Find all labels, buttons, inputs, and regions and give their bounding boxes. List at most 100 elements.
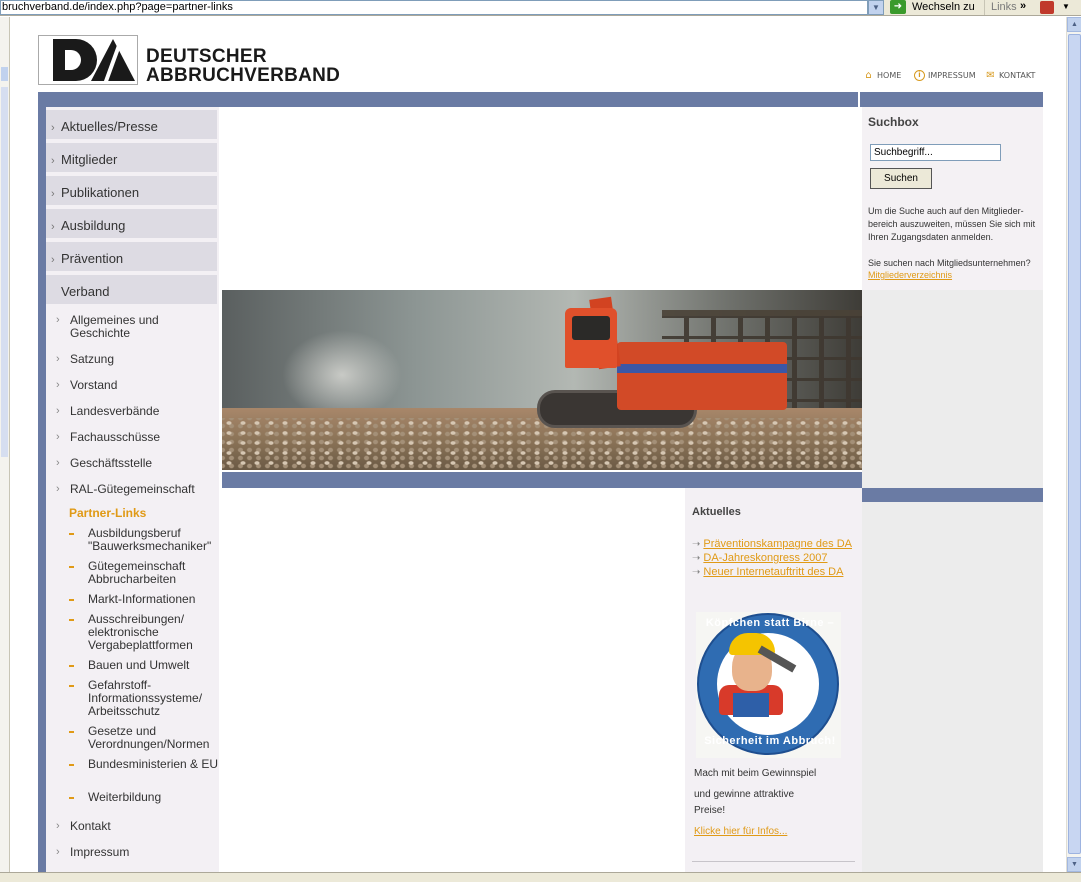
nav-stripe — [38, 107, 46, 872]
chevron-right-icon: › — [51, 221, 55, 233]
mitgliederverzeichnis-link[interactable]: Mitgliederverzeichnis — [868, 270, 952, 280]
chevron-right-icon: › — [51, 254, 55, 266]
partnerlink-label: Weiterbildung — [88, 790, 162, 804]
chevron-right-icon: › — [51, 155, 55, 167]
chevron-right-icon: › — [56, 846, 60, 858]
subnav-item-partner-links-current[interactable]: Partner-Links — [69, 506, 146, 520]
subnav-label: Fachausschüsse — [70, 430, 161, 444]
subnav-item-geschaeftsstelle[interactable]: › Geschäftsstelle — [56, 457, 216, 470]
scroll-down-icon[interactable]: ▼ — [1067, 857, 1081, 872]
arrow-right-icon: ➝ — [692, 539, 701, 550]
partnerlink-markt-informationen[interactable]: Markt-Informationen — [69, 593, 219, 606]
chevron-right-icon: › — [56, 353, 60, 365]
subnav-item-kontakt[interactable]: › Kontakt — [56, 820, 216, 833]
nav-item-mitglieder[interactable]: › Mitglieder — [46, 143, 217, 174]
contest-info-link[interactable]: Klicke hier für Infos... — [694, 826, 787, 837]
info-icon: i — [914, 70, 925, 81]
subnav-item-landesverbaende[interactable]: › Landesverbände — [56, 405, 216, 418]
subnav-item-impressum[interactable]: › Impressum — [56, 846, 216, 859]
mail-icon: ✉ — [986, 70, 995, 81]
dash-bullet-icon — [69, 599, 74, 601]
divider — [692, 861, 855, 862]
nav-item-publikationen[interactable]: › Publikationen — [46, 176, 217, 207]
topnav-impressum[interactable]: i IMPRESSUM — [914, 70, 976, 81]
header-bar-right — [860, 92, 1043, 107]
nav-item-praevention[interactable]: › Prävention — [46, 242, 217, 273]
topnav-impressum-label: IMPRESSUM — [928, 71, 976, 80]
search-button[interactable]: Suchen — [870, 168, 932, 189]
dash-bullet-icon — [69, 797, 74, 799]
edge-panel — [1, 87, 8, 457]
topnav-kontakt[interactable]: ✉ KONTAKT — [985, 70, 1035, 81]
partnerlink-label: Markt-Informationen — [88, 592, 196, 606]
dash-bullet-icon — [69, 566, 74, 568]
news-link-label: Präventionskampagne des DA — [703, 538, 852, 550]
news-link-praeventionskampagne[interactable]: ➝ Präventionskampagne des DA — [692, 538, 852, 550]
chevron-right-icon: › — [56, 431, 60, 443]
site-logo[interactable]: DEUTSCHER ABBRUCHVERBAND — [38, 35, 340, 85]
scroll-up-icon[interactable]: ▲ — [1067, 17, 1081, 32]
badge-text-bottom: Sicherheit im Abbruch! — [704, 735, 836, 747]
partnerlink-bundesministerien[interactable]: Bundesministerien & EU — [69, 758, 219, 771]
subnav-item-ral-guetegemeinschaft[interactable]: › RAL-Gütegemeinschaft — [56, 483, 216, 496]
toolbar-extension-icon[interactable] — [1040, 1, 1054, 14]
subnav-item-satzung[interactable]: › Satzung — [56, 353, 216, 366]
search-input[interactable]: Suchbegriff... — [870, 144, 1001, 161]
partnerlink-guetegemeinschaft[interactable]: Gütegemeinschaft Abbrucharbeiten — [69, 560, 219, 586]
address-bar: bruchverband.de/index.php?page=partner-l… — [0, 0, 1081, 16]
nav-item-label: Ausbildung — [61, 218, 126, 233]
chevron-right-icon: › — [56, 457, 60, 469]
toolbar-dropdown-icon[interactable]: ▼ — [1062, 0, 1070, 14]
news-title: Aktuelles — [692, 506, 741, 518]
partnerlink-weiterbildung[interactable]: Weiterbildung — [69, 791, 219, 804]
go-button[interactable]: ➜ Wechseln zu — [890, 0, 975, 15]
safety-campaign-badge[interactable]: Köpfchen statt Birne – Sicherheit im Abb… — [696, 612, 841, 758]
topnav-home-label: HOME — [877, 71, 902, 80]
partnerlink-label: Gesetze und Verordnungen/Normen — [88, 724, 210, 751]
chevron-right-icon: › — [51, 188, 55, 200]
partnerlink-label: Bundesministerien & EU — [88, 757, 219, 771]
address-input[interactable]: bruchverband.de/index.php?page=partner-l… — [0, 0, 868, 15]
left-navigation: › Aktuelles/Presse › Mitglieder › Publikati… — [38, 107, 219, 872]
searchbox-title: Suchbox — [868, 115, 919, 129]
partnerlink-label: Ausschreibungen/ elektronische Vergabepl… — [88, 612, 193, 652]
contest-text-3: Preise! — [694, 805, 726, 816]
arrow-right-icon: ➝ — [692, 553, 701, 564]
subnav-item-vorstand[interactable]: › Vorstand — [56, 379, 216, 392]
subnav-label: Vorstand — [70, 378, 118, 392]
address-dropdown-icon[interactable]: ▼ — [868, 0, 884, 15]
contest-text-1: Mach mit beim Gewinnspiel — [694, 768, 817, 779]
partnerlink-label: Gütegemeinschaft Abbrucharbeiten — [88, 559, 186, 586]
left-window-edge — [0, 17, 10, 872]
excavator-body — [617, 342, 787, 410]
dash-bullet-icon — [69, 665, 74, 667]
subnav-label: Kontakt — [70, 819, 111, 833]
partnerlink-bauen-und-umwelt[interactable]: Bauen und Umwelt — [69, 659, 219, 672]
arrow-right-icon: ➝ — [692, 567, 701, 578]
nav-item-ausbildung[interactable]: › Ausbildung — [46, 209, 217, 240]
partnerlink-gesetze[interactable]: Gesetze und Verordnungen/Normen — [69, 725, 219, 751]
nav-item-verband[interactable]: Verband — [46, 275, 217, 306]
links-toolbar[interactable]: Links — [984, 0, 1017, 15]
chevron-right-icon: › — [51, 122, 55, 134]
search-hint: Um die Suche auch auf den Mitglieder-ber… — [868, 206, 1036, 242]
partnerlink-ausbildungsberuf[interactable]: Ausbildungsberuf "Bauwerksmechaniker" — [69, 527, 219, 553]
partnerlink-ausschreibungen[interactable]: Ausschreibungen/ elektronische Vergabepl… — [69, 613, 219, 652]
links-more-chevron-icon[interactable]: » — [1020, 0, 1026, 13]
logo-mark — [38, 35, 138, 85]
subnav-item-allgemeines[interactable]: › Allgemeines und Geschichte — [56, 314, 216, 340]
nav-item-label: Prävention — [61, 251, 124, 266]
dash-bullet-icon — [69, 619, 74, 621]
scroll-thumb[interactable] — [1068, 34, 1081, 854]
dash-bullet-icon — [69, 533, 74, 535]
vertical-scrollbar[interactable]: ▲ ▼ — [1066, 17, 1081, 872]
topnav-kontakt-label: KONTAKT — [999, 71, 1036, 80]
news-link-internetauftritt[interactable]: ➝ Neuer Internetauftritt des DA — [692, 566, 843, 578]
nav-item-aktuelles-presse[interactable]: › Aktuelles/Presse — [46, 110, 217, 141]
news-link-jahreskongress[interactable]: ➝ DA-Jahreskongress 2007 — [692, 552, 828, 564]
topnav-home[interactable]: ⌂ HOME — [863, 70, 901, 81]
partnerlink-label: Ausbildungsberuf "Bauwerksmechaniker" — [88, 526, 212, 553]
partnerlink-gefahrstoff[interactable]: Gefahrstoff-Informationssysteme/ Arbeits… — [69, 679, 219, 718]
content-divider-bar — [222, 472, 862, 488]
subnav-item-fachausschuesse[interactable]: › Fachausschüsse — [56, 431, 216, 444]
